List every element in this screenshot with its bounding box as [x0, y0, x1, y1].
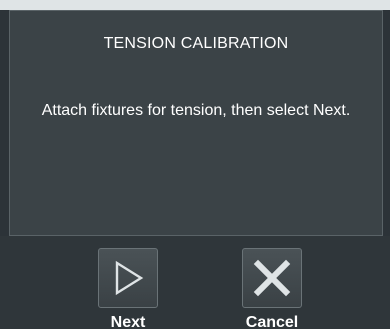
- calibration-screen: TENSION CALIBRATION Attach fixtures for …: [0, 0, 390, 329]
- cancel-label: Cancel: [245, 314, 299, 329]
- dialog-message: Attach fixtures for tension, then select…: [41, 102, 351, 119]
- next-button[interactable]: Next: [78, 248, 178, 329]
- cancel-button[interactable]: Cancel: [222, 248, 322, 329]
- play-triangle-icon: [115, 260, 144, 296]
- next-label: Next: [110, 314, 146, 329]
- close-x-icon: [253, 259, 291, 297]
- button-bar: Next Cancel: [0, 236, 390, 329]
- cancel-icon-tile[interactable]: [242, 248, 302, 308]
- next-icon-tile[interactable]: [98, 248, 158, 308]
- dialog-panel: TENSION CALIBRATION Attach fixtures for …: [9, 10, 383, 236]
- top-strip: [0, 0, 390, 10]
- dialog-title: TENSION CALIBRATION: [103, 35, 289, 52]
